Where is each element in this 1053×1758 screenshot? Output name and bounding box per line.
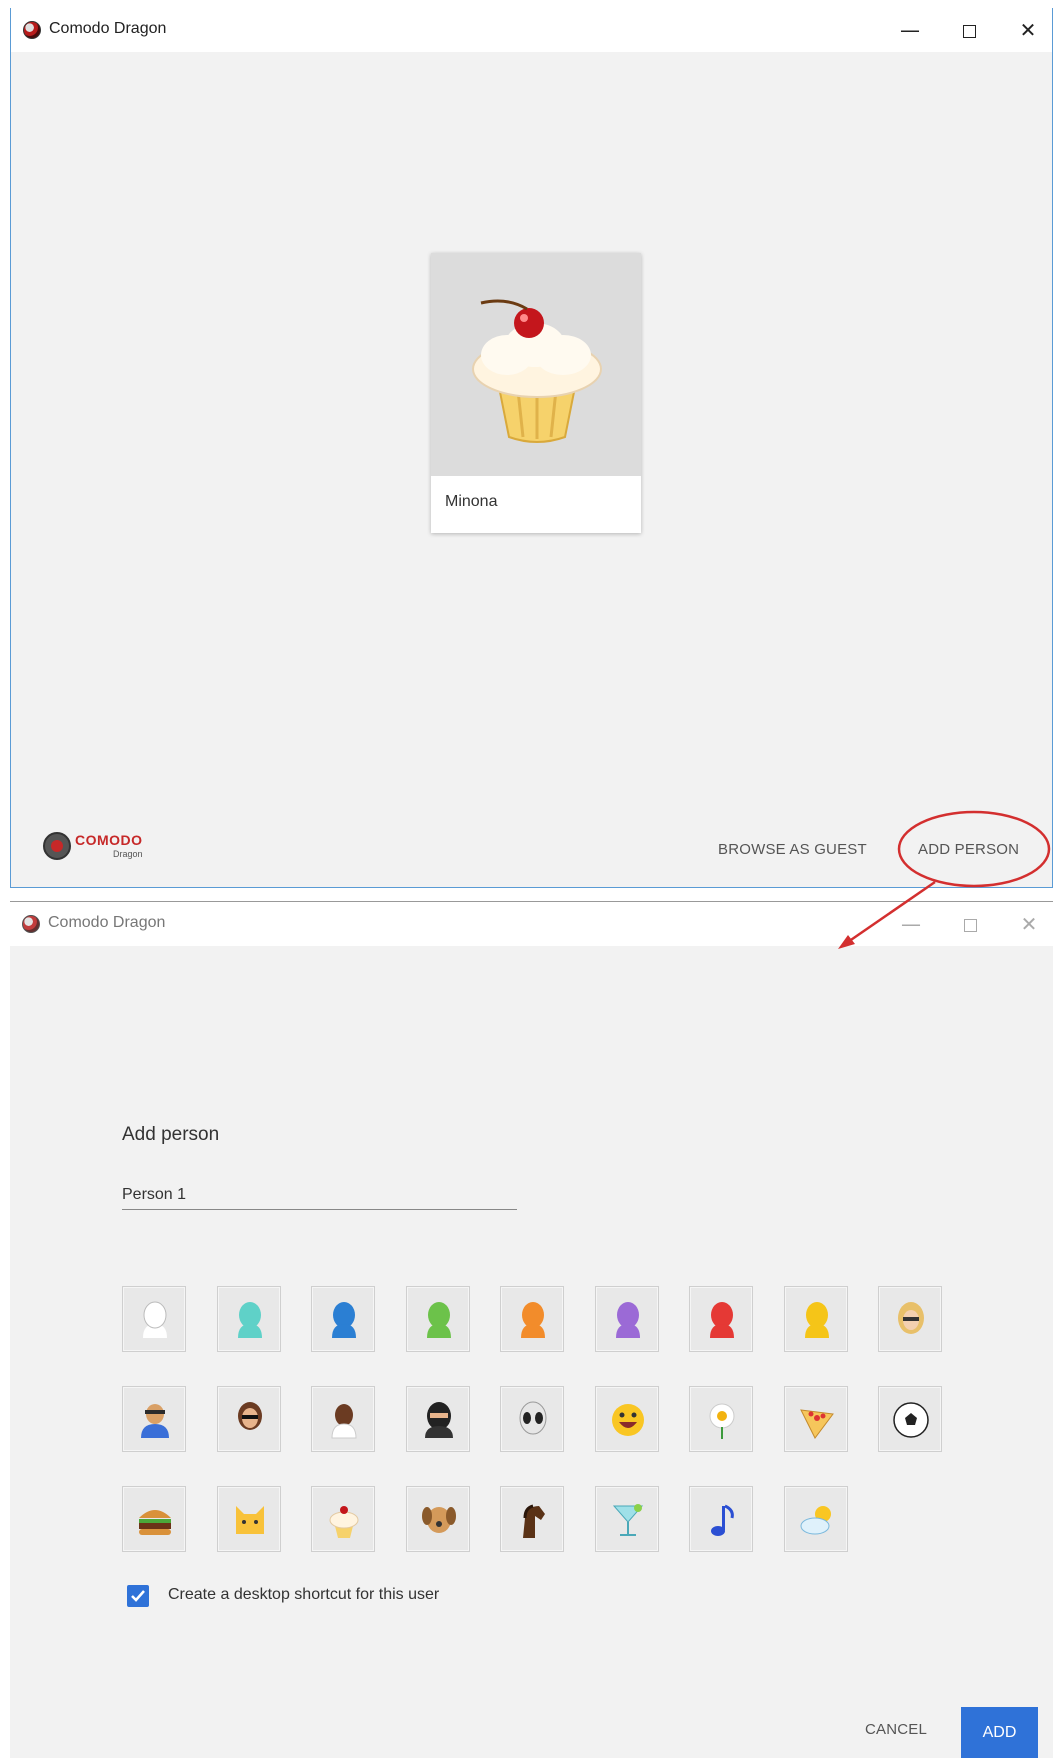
minimize-button[interactable]: —: [889, 908, 933, 940]
avatar-option-teal-silhouette[interactable]: [217, 1286, 281, 1352]
cupcake-icon: [472, 299, 602, 443]
sun-cloud-icon: [800, 1506, 831, 1535]
avatar-option-red-silhouette[interactable]: [689, 1286, 753, 1352]
cupcake-icon: [329, 1506, 359, 1538]
desktop-shortcut-checkbox[interactable]: [127, 1585, 149, 1607]
flower-icon: [709, 1403, 735, 1439]
avatar-option-green-silhouette[interactable]: [406, 1286, 470, 1352]
title-bar[interactable]: Comodo Dragon — ✕: [10, 902, 1053, 946]
maximize-icon: [962, 25, 976, 38]
orange-silhouette-icon: [521, 1302, 545, 1338]
man-icon: [331, 1404, 357, 1439]
close-button[interactable]: ✕: [1007, 908, 1051, 940]
avatar-option-purple-silhouette[interactable]: [595, 1286, 659, 1352]
avatar-option-alien[interactable]: [500, 1386, 564, 1452]
horse-icon: [523, 1504, 545, 1538]
minimize-button[interactable]: —: [888, 14, 932, 46]
dog-icon: [422, 1507, 456, 1533]
avatar-option-superhero[interactable]: [122, 1386, 186, 1452]
avatar-option-blue-silhouette[interactable]: [311, 1286, 375, 1352]
checkmark-icon: [131, 1590, 145, 1602]
profile-picker-window: Comodo Dragon — ✕ Minona COMODO Dragon B…: [10, 8, 1053, 888]
comodo-logo-sub: Dragon: [113, 849, 143, 859]
dialog-heading: Add person: [122, 1124, 220, 1145]
green-silhouette-icon: [427, 1302, 451, 1338]
browse-as-guest-button[interactable]: BROWSE AS GUEST: [718, 841, 867, 858]
comodo-dragon-app-icon: [23, 21, 41, 39]
desktop-shortcut-label: Create a desktop shortcut for this user: [168, 1586, 440, 1603]
burger-icon: [139, 1510, 171, 1535]
avatar-option-sun-cloud[interactable]: [784, 1486, 848, 1552]
soccer-ball-icon: [893, 1402, 929, 1438]
add-person-button[interactable]: ADD PERSON: [918, 841, 1019, 858]
add-person-window: Comodo Dragon — ✕ Add person Create a de…: [10, 901, 1053, 1758]
avatar-option-woman-sunglasses[interactable]: [217, 1386, 281, 1452]
avatar-option-music-note[interactable]: [689, 1486, 753, 1552]
woman-sunglasses-icon: [238, 1402, 262, 1430]
teal-silhouette-icon: [238, 1302, 262, 1338]
avatar-option-dog[interactable]: [406, 1486, 470, 1552]
comodo-logo-word: COMODO: [75, 832, 143, 848]
ninja-icon: [425, 1402, 453, 1438]
comodo-dragon-app-icon: [22, 915, 40, 933]
profile-name: Minona: [445, 493, 498, 510]
red-silhouette-icon: [710, 1302, 734, 1338]
blonde-woman-icon: [898, 1302, 924, 1334]
avatar-option-yellow-silhouette[interactable]: [784, 1286, 848, 1352]
cat-icon: [236, 1506, 264, 1534]
alien-icon: [519, 1401, 547, 1435]
cocktail-icon: [612, 1504, 644, 1536]
blue-silhouette-icon: [332, 1302, 356, 1338]
avatar-option-white-silhouette[interactable]: [122, 1286, 186, 1352]
close-button[interactable]: ✕: [1006, 14, 1050, 46]
person-name-input[interactable]: [122, 1180, 517, 1210]
window-title: Comodo Dragon: [49, 20, 167, 37]
avatar-option-blonde-woman[interactable]: [878, 1286, 942, 1352]
avatar-option-cocktail[interactable]: [595, 1486, 659, 1552]
comodo-logo: COMODO Dragon: [43, 828, 153, 864]
maximize-icon: [963, 919, 977, 932]
white-silhouette-icon: [143, 1301, 167, 1338]
superhero-icon: [141, 1404, 169, 1438]
maximize-button[interactable]: [948, 908, 992, 940]
profile-card[interactable]: Minona: [431, 253, 641, 533]
avatar-option-man[interactable]: [311, 1386, 375, 1452]
profile-avatar: [431, 253, 641, 476]
music-note-icon: [711, 1504, 734, 1536]
comodo-logo-icon: [43, 832, 71, 860]
avatar-option-flower[interactable]: [689, 1386, 753, 1452]
avatar-option-pizza[interactable]: [784, 1386, 848, 1452]
avatar-option-orange-silhouette[interactable]: [500, 1286, 564, 1352]
avatar-option-horse[interactable]: [500, 1486, 564, 1552]
cancel-button[interactable]: CANCEL: [865, 1721, 927, 1738]
avatar-option-soccer-ball[interactable]: [878, 1386, 942, 1452]
window-title: Comodo Dragon: [48, 914, 166, 931]
purple-silhouette-icon: [616, 1302, 640, 1338]
avatar-option-cat[interactable]: [217, 1486, 281, 1552]
add-button[interactable]: ADD: [961, 1707, 1038, 1758]
avatar-option-ninja[interactable]: [406, 1386, 470, 1452]
maximize-button[interactable]: [947, 14, 991, 46]
avatar-option-burger[interactable]: [122, 1486, 186, 1552]
smiley-icon: [612, 1404, 644, 1436]
yellow-silhouette-icon: [805, 1302, 829, 1338]
avatar-option-cupcake[interactable]: [311, 1486, 375, 1552]
pizza-icon: [800, 1409, 834, 1439]
avatar-option-smiley[interactable]: [595, 1386, 659, 1452]
title-bar[interactable]: Comodo Dragon — ✕: [11, 8, 1052, 52]
